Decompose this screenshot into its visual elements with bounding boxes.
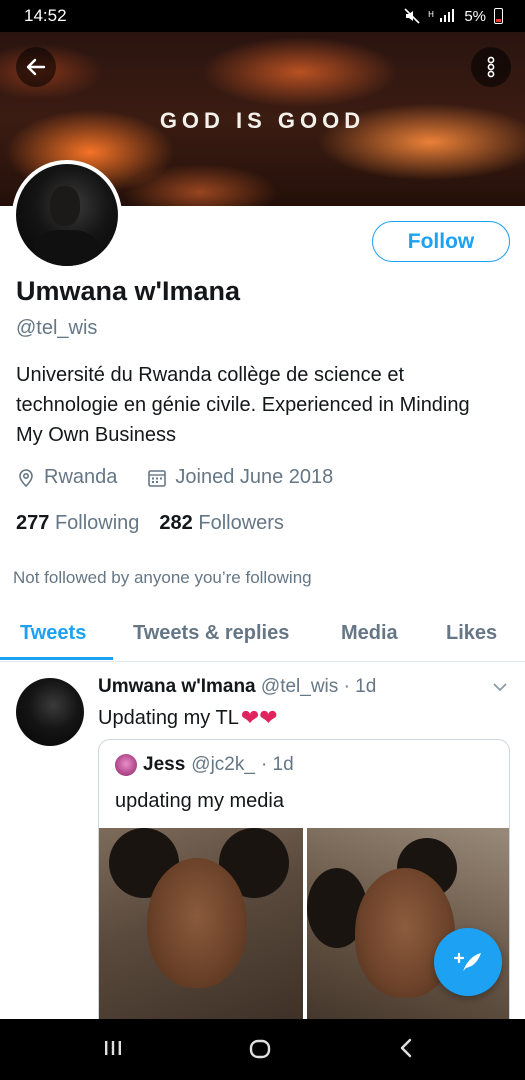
tweet-time: · 1d [343, 676, 377, 697]
home-icon [249, 1039, 271, 1059]
tweet-menu-button[interactable] [491, 678, 509, 701]
quoted-author-handle: @jc2k_ [191, 754, 255, 775]
status-bar: 14:52 H 5% [0, 0, 525, 32]
following-label: Following [54, 512, 140, 534]
profile-meta: Rwanda Joined June 2018 [16, 466, 333, 489]
profile-handle: @tel_wis [16, 317, 98, 339]
more-vertical-icon [487, 56, 495, 78]
heart-emoji: ❤❤ [240, 705, 278, 730]
followers-label: Followers [198, 512, 284, 534]
quoted-tweet-text: updating my media [115, 790, 284, 812]
tab-likes[interactable]: Likes [446, 622, 497, 645]
status-icons: H 5% [404, 8, 503, 25]
tweet-author-handle: @tel_wis [260, 676, 339, 697]
profile-joined: Joined June 2018 [175, 466, 334, 488]
compose-tweet-button[interactable] [434, 928, 502, 996]
following-link[interactable]: 277 Following [16, 512, 139, 535]
quoted-time: · 1d [260, 754, 294, 775]
battery-icon [494, 8, 503, 24]
calendar-icon [148, 469, 167, 487]
tweet-text-content: Updating my TL [98, 706, 239, 729]
recent-apps-button[interactable] [102, 1037, 124, 1064]
follow-button[interactable]: Follow [372, 221, 510, 262]
chevron-down-icon [493, 683, 507, 692]
compose-tweet-icon [453, 952, 481, 971]
back-nav-button[interactable] [396, 1037, 418, 1064]
display-name: Umwana w'Imana [16, 276, 240, 306]
profile-tabs: Tweets Tweets & replies Media Likes [0, 606, 525, 662]
follow-counts: 277 Following 282 Followers [16, 512, 284, 535]
following-count: 277 [16, 512, 50, 534]
profile-avatar[interactable] [12, 160, 122, 270]
profile-bio: Université du Rwanda collège de science … [16, 364, 470, 446]
back-arrow-icon [26, 58, 46, 76]
signal-icon: H [428, 9, 455, 22]
tab-media[interactable]: Media [341, 622, 398, 645]
quoted-tweet-header: Jess @jc2k_ · 1d [115, 754, 294, 776]
avatar-image [16, 164, 118, 266]
recent-apps-icon [105, 1041, 121, 1055]
location-pin-icon [19, 468, 33, 487]
tweet-text: Updating my TL ❤❤ [98, 705, 278, 731]
battery-percent: 5% [464, 7, 486, 25]
media-photo-1[interactable] [99, 828, 303, 1038]
back-button[interactable] [16, 47, 56, 87]
tab-tweets[interactable]: Tweets [20, 622, 86, 645]
quoted-author-name: Jess [143, 754, 186, 775]
followers-link[interactable]: 282 Followers [159, 512, 284, 535]
banner-text: GOD IS GOOD [159, 108, 366, 133]
followers-count: 282 [159, 512, 193, 534]
svg-text:H: H [428, 10, 434, 19]
more-options-button[interactable] [471, 47, 511, 87]
tweet-header: Umwana w'Imana @tel_wis · 1d [98, 676, 376, 698]
back-nav-icon [400, 1038, 412, 1058]
tweet-author-name: Umwana w'Imana [98, 676, 256, 697]
quoted-tweet[interactable]: Jess @jc2k_ · 1d updating my media [98, 739, 510, 1039]
tweet-avatar[interactable] [16, 678, 84, 746]
status-time: 14:52 [24, 6, 67, 25]
system-navigation-bar [0, 1019, 525, 1080]
not-followed-note: Not followed by anyone you’re following [13, 568, 312, 587]
home-button[interactable] [248, 1037, 272, 1066]
quoted-avatar [115, 754, 137, 776]
mute-icon [404, 8, 420, 24]
tab-tweets-replies[interactable]: Tweets & replies [133, 622, 289, 645]
active-tab-indicator [0, 657, 113, 660]
profile-location: Rwanda [44, 466, 118, 488]
